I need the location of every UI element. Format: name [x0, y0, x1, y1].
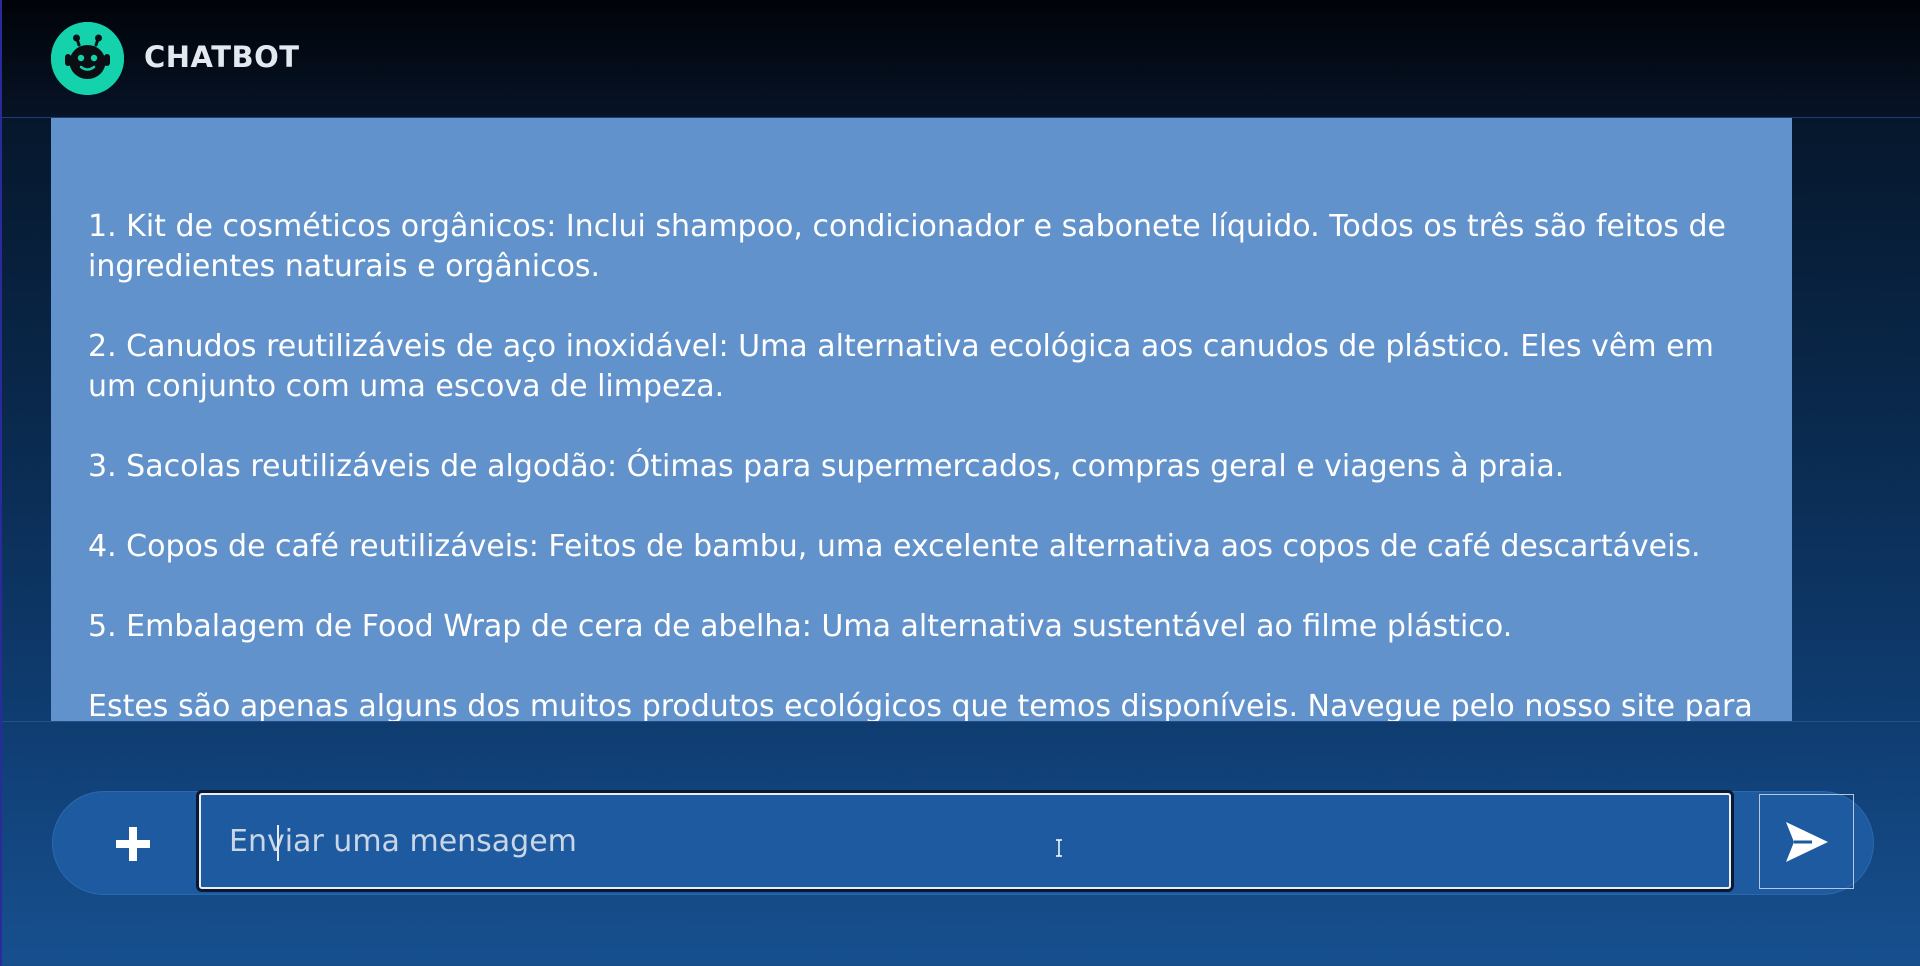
message-input[interactable]: [196, 790, 1734, 892]
app-header: CHATBOT: [2, 0, 1920, 118]
send-icon: [1785, 821, 1828, 862]
message-paragraph: 2. Canudos reutilizáveis de aço inoxidáv…: [88, 329, 1714, 404]
attach-button[interactable]: [105, 816, 161, 872]
send-button[interactable]: [1759, 794, 1854, 889]
message-paragraph: 3. Sacolas reutilizáveis de algodão: Óti…: [88, 449, 1565, 484]
bot-message-bubble: 1. Kit de cosméticos orgânicos: Inclui s…: [51, 118, 1792, 722]
plus-icon: [116, 827, 150, 861]
message-paragraph: Estes são apenas alguns dos muitos produ…: [88, 689, 1753, 722]
message-paragraph: 1. Kit de cosméticos orgânicos: Inclui s…: [88, 209, 1726, 284]
message-composer: [52, 790, 1874, 895]
app-title: CHATBOT: [144, 40, 300, 74]
message-content: 1. Kit de cosméticos orgânicos: Inclui s…: [88, 207, 1768, 722]
text-caret: [277, 825, 279, 861]
message-paragraph: 5. Embalagem de Food Wrap de cera de abe…: [88, 609, 1513, 644]
message-paragraph: 4. Copos de café reutilizáveis: Feitos d…: [88, 529, 1701, 564]
robot-logo-icon: [51, 22, 124, 95]
chat-messages[interactable]: 1. Kit de cosméticos orgânicos: Inclui s…: [2, 118, 1920, 722]
mouse-cursor-icon: [1056, 839, 1062, 857]
